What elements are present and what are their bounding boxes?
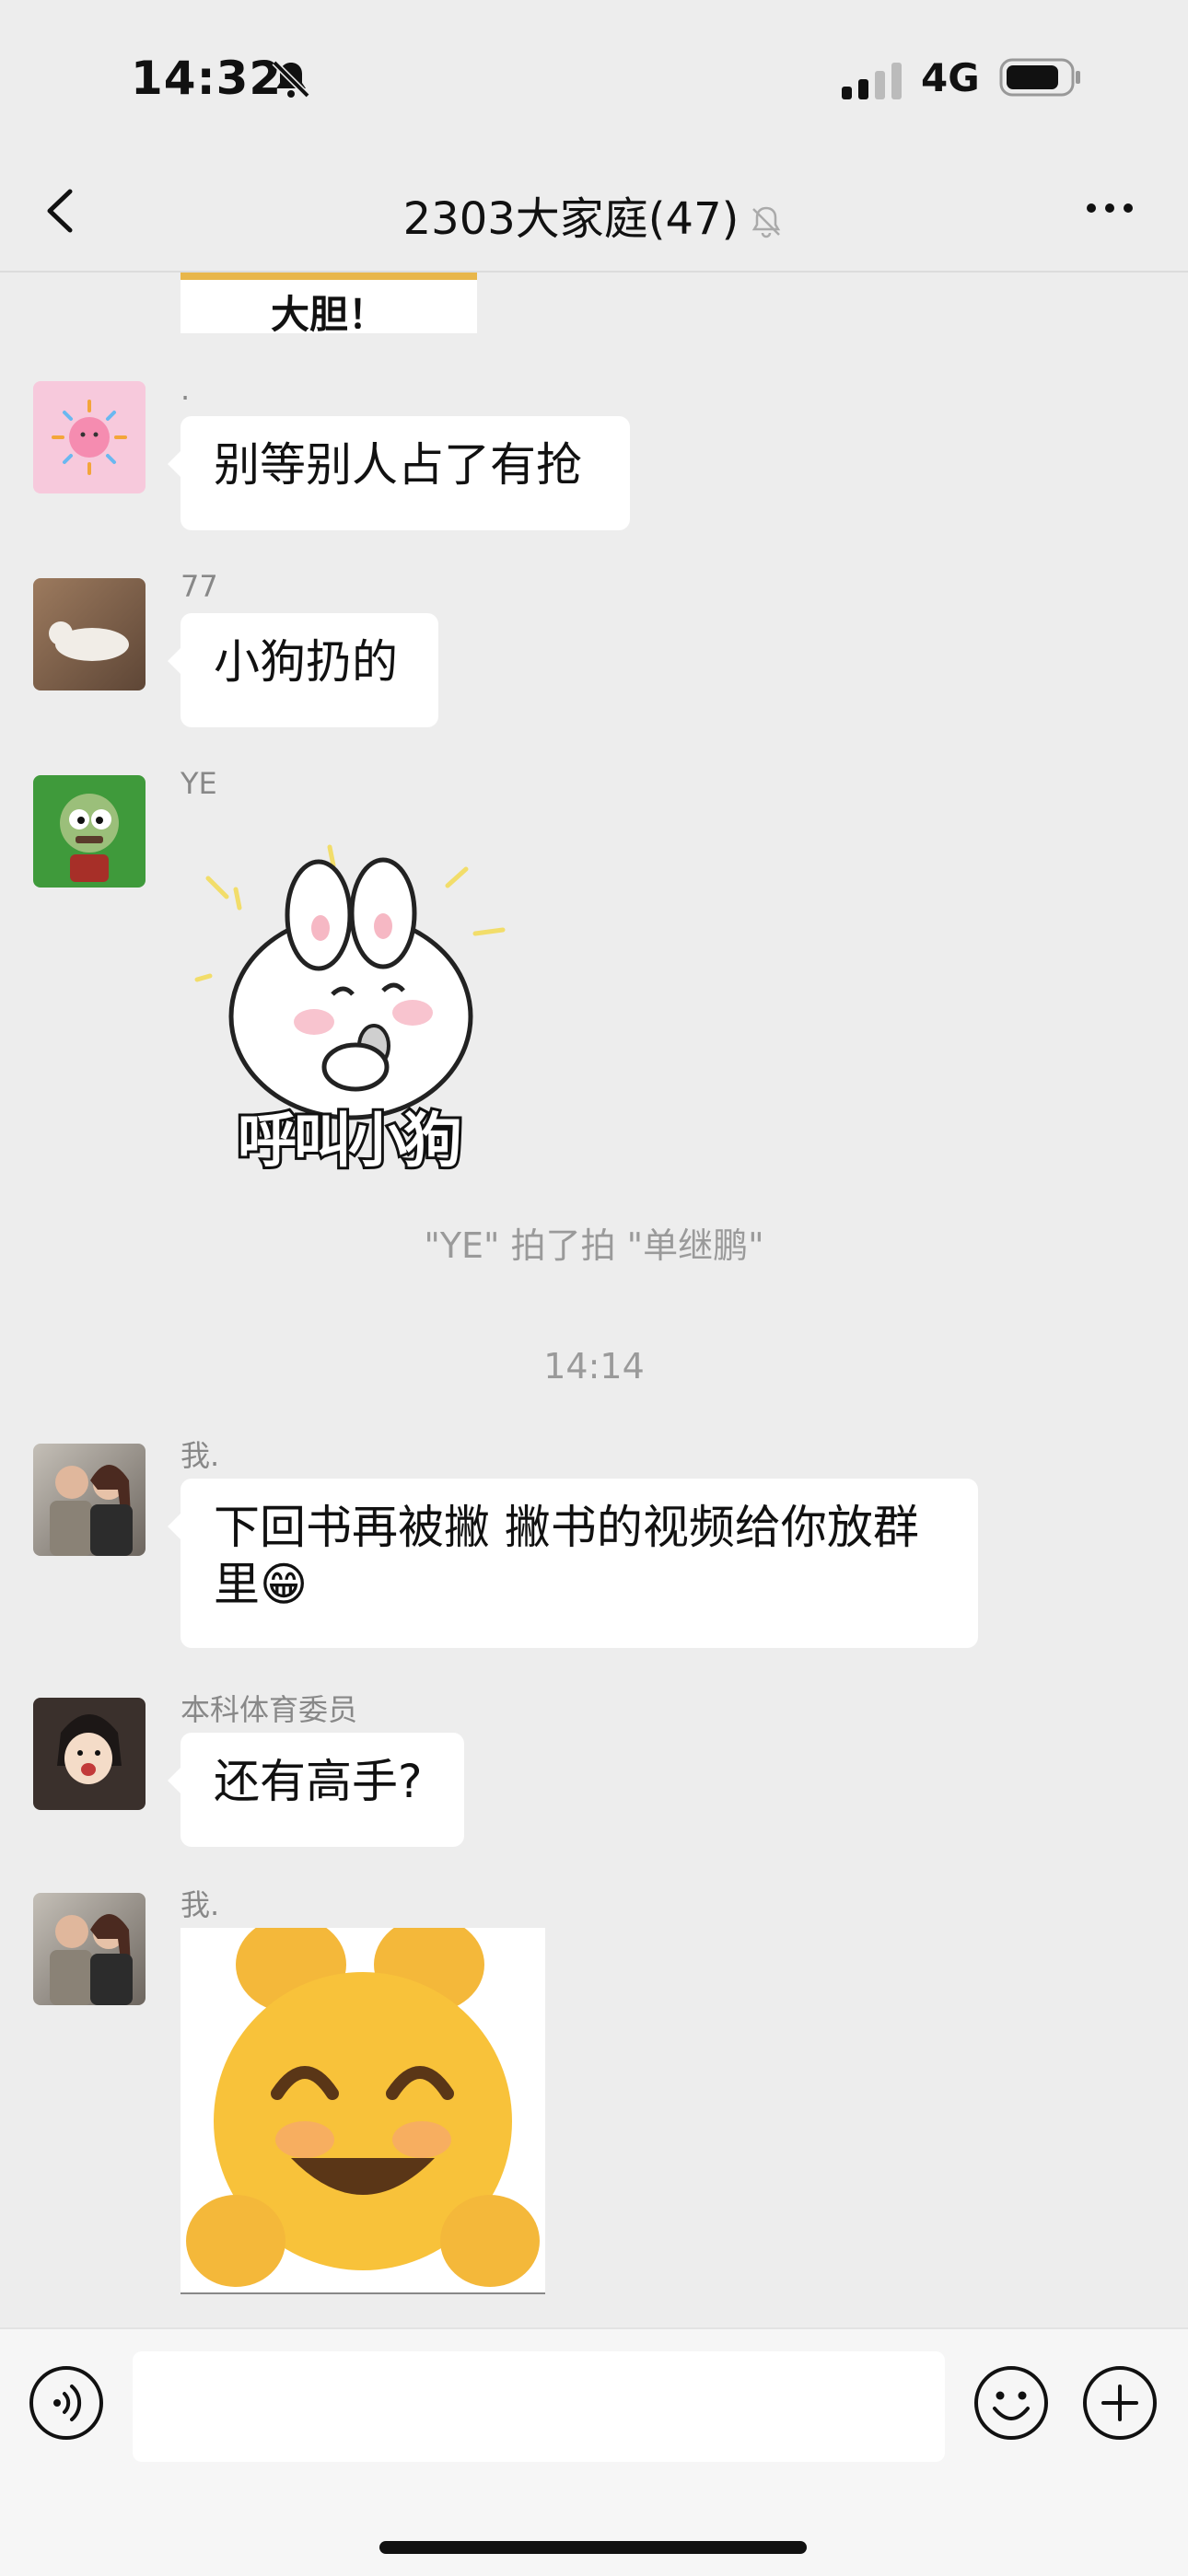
status-time: 14:32	[131, 52, 283, 105]
sticker-message[interactable]	[181, 1917, 545, 2294]
message-bubble[interactable]: 下回书再被撇 撇书的视频给你放群里😁	[168, 1479, 978, 1648]
emoji-icon[interactable]	[973, 2364, 1050, 2442]
cat-photo-icon	[49, 621, 129, 661]
sender-name: 我.	[181, 1887, 220, 1922]
zombie-avatar-icon	[60, 794, 119, 882]
battery-icon	[999, 58, 1080, 97]
sticker-message[interactable]: 呼叫小狗	[181, 832, 549, 1191]
voice-icon[interactable]	[28, 2364, 105, 2442]
chat-title-area: 2303大家庭(47)	[0, 182, 1188, 247]
status-bar: 14:32 4G	[0, 0, 1188, 157]
signal-icon	[842, 63, 902, 99]
couple-photo-icon	[50, 1465, 133, 1556]
sticker-text: 呼叫小狗	[235, 1105, 465, 1178]
more-dots-icon[interactable]	[1082, 190, 1137, 226]
bell-slash-icon	[752, 206, 781, 238]
avatar[interactable]	[33, 1698, 146, 1810]
system-message: "YE" 拍了拍 "单继鹏"	[424, 1225, 764, 1266]
sender-name: 我.	[181, 1438, 220, 1473]
bell-slash-icon	[272, 60, 310, 99]
sender-name: .	[181, 372, 191, 407]
plus-icon[interactable]	[1081, 2364, 1159, 2442]
time-divider: 14:14	[543, 1346, 645, 1387]
avatar[interactable]	[33, 381, 146, 493]
message-bubble[interactable]: 小狗扔的	[168, 613, 438, 727]
sender-name: 本科体育委员	[181, 1692, 358, 1727]
message-bubble[interactable]: 别等别人占了有抢	[168, 416, 630, 530]
network-label: 4G	[921, 55, 980, 100]
couple-photo-icon	[50, 1914, 133, 2005]
avatar[interactable]	[33, 578, 146, 690]
message-bubble[interactable]: 还有高手?	[168, 1733, 464, 1847]
sun-icon	[52, 400, 127, 475]
input-bar	[0, 2327, 1188, 2576]
cartoon-face-icon	[57, 1714, 122, 1784]
sender-name: 77	[181, 569, 218, 604]
image-message[interactable]: 大胆！	[181, 273, 477, 337]
home-indicator[interactable]	[379, 2541, 807, 2554]
smile-emoji-sticker-icon	[186, 1917, 540, 2287]
avatar[interactable]	[33, 775, 146, 888]
chat-title: 2303大家庭(47)	[402, 193, 740, 245]
message-input[interactable]	[133, 2351, 945, 2462]
sender-name: YE	[181, 766, 217, 801]
avatar[interactable]	[33, 1893, 146, 2005]
chat-header: 2303大家庭(47)	[0, 157, 1188, 273]
avatar[interactable]	[33, 1444, 146, 1556]
image-caption: 大胆！	[270, 292, 387, 337]
